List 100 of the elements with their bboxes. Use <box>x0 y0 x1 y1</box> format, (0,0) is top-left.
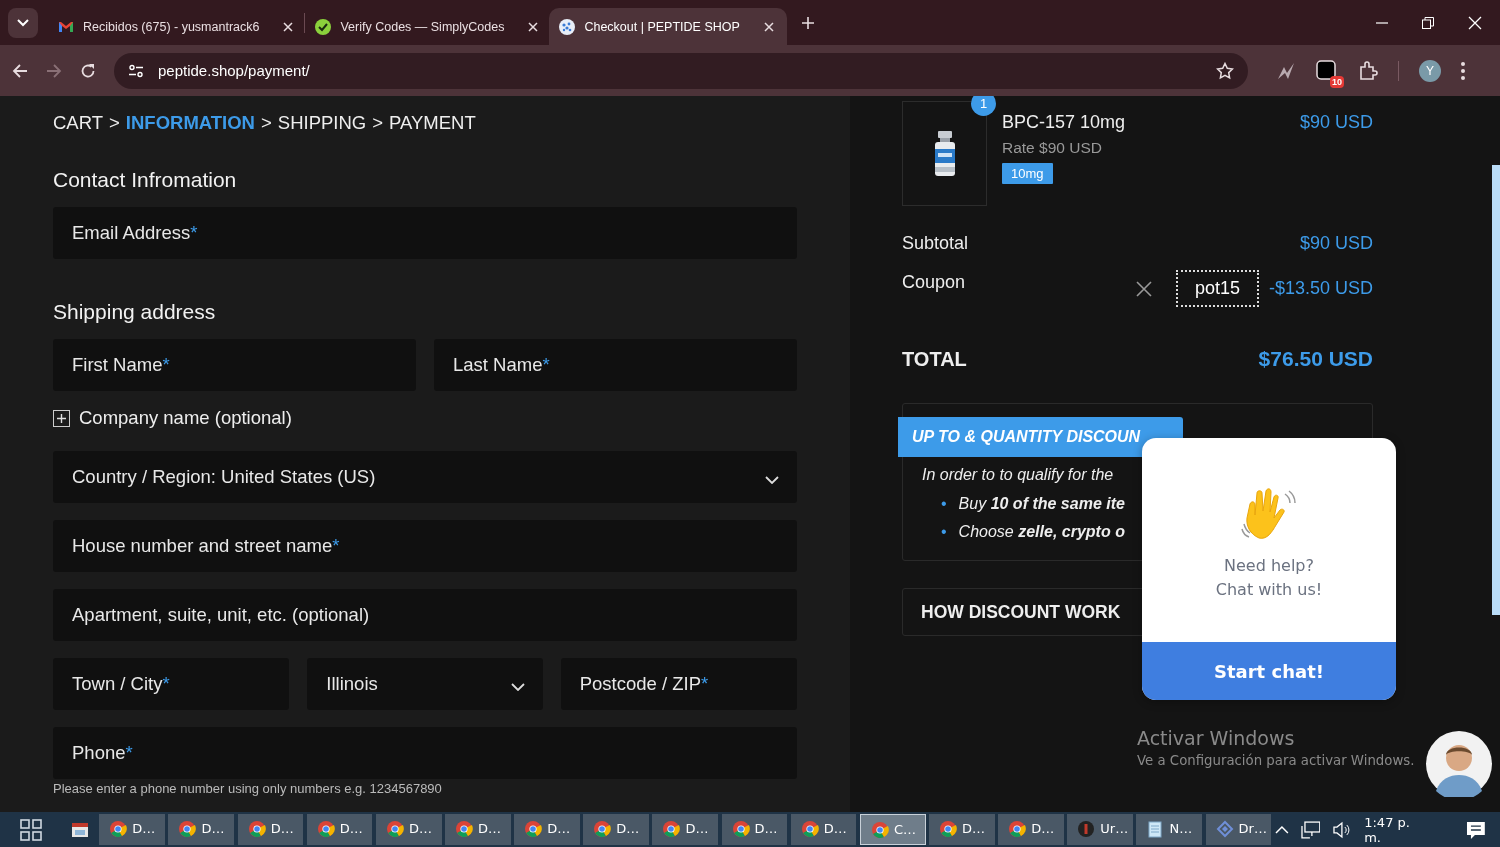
input-field[interactable]: Apartment, suite, unit, etc. (optional) <box>53 589 797 641</box>
taskbar-button[interactable]: D… <box>721 814 788 845</box>
activation-title: Activar Windows <box>1137 727 1296 749</box>
phone-hint-text: Please enter a phone number using only numbers e.g. 1234567890 <box>53 781 442 796</box>
select-field[interactable]: Country / Region: United States (US) <box>53 451 797 503</box>
bullet-marker: • <box>941 494 947 514</box>
taskbar-button[interactable]: Ur… <box>1067 814 1133 845</box>
extension-icon <box>1316 59 1336 80</box>
chat-prompt-text: Need help? <box>1224 555 1314 577</box>
chrome-icon <box>524 819 543 838</box>
site-info-icon[interactable] <box>128 63 144 78</box>
breadcrumb-step[interactable]: PAYMENT <box>389 112 476 134</box>
discount-banner: UP TO & QUANTITY DISCOUN <box>898 417 1183 457</box>
plus-box-icon[interactable] <box>53 409 70 427</box>
section-heading: Contact Infromation <box>53 168 238 192</box>
taskbar-button[interactable]: D… <box>445 814 511 845</box>
notepad-icon <box>1146 819 1165 838</box>
taskbar-button[interactable]: D… <box>306 814 373 845</box>
chrome-icon <box>178 819 197 838</box>
star-icon[interactable] <box>1216 61 1234 80</box>
taskbar-button[interactable]: D… <box>929 814 995 845</box>
grid-icon[interactable] <box>19 818 42 841</box>
product-price: $90 USD <box>1299 112 1373 133</box>
input-field[interactable]: Town / City* <box>53 658 290 710</box>
quantity-badge: 1 <box>971 96 996 116</box>
company-toggle-link[interactable]: Company name (optional) <box>79 407 292 429</box>
discount-rule-item: Choose zelle, crypto o <box>958 522 1126 542</box>
input-field[interactable]: Postcode / ZIP* <box>560 658 797 710</box>
discount-rule-item: Buy 10 of the same ite <box>958 494 1126 514</box>
url-text: peptide.shop/payment/ <box>158 62 311 79</box>
breadcrumb-step[interactable]: INFORMATION <box>125 112 255 134</box>
taskbar-button[interactable]: Dr… <box>1205 814 1272 845</box>
avatar-icon[interactable] <box>1426 731 1492 797</box>
chrome-icon <box>455 819 474 838</box>
total-label: TOTAL <box>902 347 967 371</box>
chrome-icon <box>731 819 750 838</box>
chrome-icon <box>1008 819 1027 838</box>
tab-search-button[interactable] <box>8 7 38 38</box>
new-tab-icon[interactable] <box>800 15 815 30</box>
input-field[interactable]: First Name* <box>53 339 416 391</box>
taskbar-button[interactable]: N… <box>1136 814 1203 845</box>
total-value: $76.50 USD <box>1258 347 1373 371</box>
chevron-up-icon[interactable] <box>1274 825 1289 834</box>
back-icon[interactable] <box>12 62 28 79</box>
close-icon[interactable] <box>1135 280 1152 297</box>
browser-tab[interactable]: Recibidos (675) - yusmantrack6 <box>48 8 305 45</box>
browser-tab[interactable]: Verify Codes — SimplyCodes <box>305 8 550 45</box>
clock-text[interactable]: 1:47 p. m. <box>1364 814 1431 845</box>
select-field[interactable]: Illinois <box>307 658 543 710</box>
coupon-label: Coupon <box>902 272 967 293</box>
start-chat-button[interactable]: Start chat! <box>1142 642 1396 700</box>
taskbar-button[interactable]: D… <box>514 814 580 845</box>
taskbar-button[interactable]: D… <box>237 814 304 845</box>
input-field[interactable]: Last Name* <box>434 339 797 391</box>
app-icon <box>1077 819 1096 838</box>
close-icon[interactable] <box>762 20 775 33</box>
taskbar-button[interactable]: D… <box>375 814 442 845</box>
taskbar-button[interactable]: C… <box>859 814 926 845</box>
taskbar-button[interactable]: D… <box>998 814 1064 845</box>
browser-tab[interactable]: Checkout | PEPTIDE SHOP <box>549 8 787 45</box>
breadcrumb-separator: > <box>372 112 384 134</box>
variant-tag: 10mg <box>1002 163 1053 184</box>
diamond-icon <box>1215 819 1234 838</box>
taskbar-button[interactable]: D… <box>583 814 649 845</box>
product-name: BPC-157 10mg <box>1002 112 1126 133</box>
chrome-icon <box>800 819 819 838</box>
taskbar-button[interactable]: D… <box>168 814 235 845</box>
network-icon[interactable] <box>1300 820 1321 839</box>
input-field[interactable]: Email Address* <box>53 207 797 259</box>
subtotal-value: $90 USD <box>1299 233 1373 254</box>
input-field[interactable]: Phone* <box>53 727 797 779</box>
forward-icon[interactable] <box>46 62 62 79</box>
product-rate: Rate $90 USD <box>1002 139 1103 157</box>
chrome-icon <box>316 819 335 838</box>
chevron-down-icon <box>510 683 525 691</box>
chrome-icon <box>939 819 958 838</box>
tab-favicon-icon <box>559 18 576 35</box>
chrome-icon <box>109 819 128 838</box>
breadcrumb-step[interactable]: CART <box>53 112 104 134</box>
notification-icon[interactable] <box>1466 819 1486 840</box>
menu-icon[interactable] <box>1461 61 1465 80</box>
windows-stack-icon[interactable] <box>71 821 90 838</box>
chevron-down-icon <box>765 476 779 484</box>
breadcrumb-step[interactable]: SHIPPING <box>277 112 367 134</box>
coupon-discount: -$13.50 USD <box>1268 278 1373 299</box>
chrome-icon <box>662 819 681 838</box>
taskbar-button[interactable]: D… <box>790 814 857 845</box>
restore-icon[interactable] <box>1422 16 1434 29</box>
taskbar-button[interactable]: D… <box>652 814 719 845</box>
chrome-icon <box>385 819 404 838</box>
address-bar[interactable]: peptide.shop/payment/ <box>114 52 1248 89</box>
coupon-code: pot15 <box>1175 270 1259 307</box>
discount-intro-text: In order to to qualify for the <box>922 466 1115 484</box>
breadcrumb-separator: > <box>109 112 120 134</box>
section-heading: Shipping address <box>53 300 217 324</box>
puzzle-icon[interactable] <box>1358 60 1378 81</box>
input-field[interactable]: House number and street name* <box>53 520 797 572</box>
reload-icon[interactable] <box>80 62 96 79</box>
taskbar-button[interactable]: D… <box>99 814 165 845</box>
chrome-icon <box>247 819 266 838</box>
